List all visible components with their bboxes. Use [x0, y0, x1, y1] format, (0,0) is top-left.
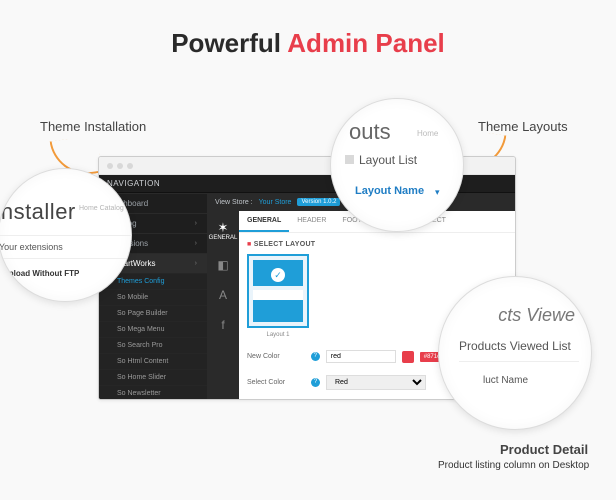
traffic-light-icon [107, 163, 113, 169]
sidebar-sub-so-search-pro[interactable]: So Search Pro [99, 337, 207, 353]
sidebar-sub-so-home-slider[interactable]: So Home Slider [99, 369, 207, 385]
label-theme-layouts: Theme Layouts [478, 119, 568, 134]
page-title: Powerful Admin Panel [0, 0, 616, 59]
title-part2: Admin Panel [287, 28, 444, 58]
chevron-right-icon: › [195, 260, 197, 267]
lens-theme-installation: . Installer Home Catalog Your extensions… [0, 168, 132, 302]
lens2-layout-name-link[interactable]: Layout Name [355, 185, 424, 197]
new-color-label: New Color [247, 353, 305, 360]
lens3-title-fragment: cts Viewe [498, 305, 575, 326]
lens-theme-layouts: outs Home Layout List Layout Name ▾ [330, 98, 464, 232]
title-part1: Powerful [171, 28, 287, 58]
layout-caption: Layout 1 [247, 332, 309, 338]
help-icon[interactable]: ? [311, 378, 320, 387]
layout-thumb-1[interactable]: ✓ [247, 254, 309, 328]
lens1-row-extensions: Your extensions [0, 235, 131, 259]
label-product-detail: Product Detail [500, 442, 588, 457]
settings-icon-column: ✶ GENERAL ◧ A f [207, 211, 239, 399]
sidebar-sub-so-mega-menu[interactable]: So Mega Menu [99, 321, 207, 337]
tab-general[interactable]: GENERAL [239, 211, 289, 232]
lens-product-detail: cts Viewe Products Viewed List luct Name [438, 276, 592, 430]
iconcol-general[interactable]: ✶ GENERAL [209, 221, 238, 242]
traffic-light-icon [117, 163, 123, 169]
version-badge: Version 1.0.2 [297, 198, 340, 206]
lens2-home: Home [417, 129, 438, 138]
label-theme-installation: Theme Installation [40, 119, 146, 134]
sidebar-sub-so-newsletter[interactable]: So Newsletter [99, 385, 207, 400]
help-icon[interactable]: ? [311, 352, 320, 361]
select-color-label: Select Color [247, 379, 305, 386]
label-product-detail-sub: Product listing column on Desktop [438, 460, 589, 471]
gear-icon: ✶ [209, 221, 238, 235]
list-icon [345, 155, 354, 164]
traffic-light-icon [127, 163, 133, 169]
tab-header[interactable]: HEADER [289, 211, 334, 232]
chevron-right-icon: › [195, 240, 197, 247]
sidebar-sub-so-page-builder[interactable]: So Page Builder [99, 305, 207, 321]
select-layout-heading: ■ SELECT LAYOUT [247, 241, 507, 248]
sidebar-sub-so-mobile[interactable]: So Mobile [99, 289, 207, 305]
color-swatch[interactable] [402, 351, 414, 363]
lens1-breadcrumb: Home Catalog [79, 205, 124, 212]
store-name-link[interactable]: Your Store [259, 199, 292, 206]
lens3-product-name: luct Name [483, 375, 528, 386]
lens1-upload-label: Upload Without FTP [3, 269, 79, 278]
lens3-products-viewed: Products Viewed List [459, 339, 579, 362]
check-icon: ✓ [271, 268, 285, 282]
select-color-dropdown[interactable]: Red [326, 375, 426, 390]
share-icon[interactable]: f [221, 318, 224, 332]
font-icon[interactable]: A [219, 288, 227, 302]
palette-icon[interactable]: ◧ [217, 258, 228, 272]
lens2-title-fragment: outs [349, 119, 391, 145]
chevron-right-icon: › [195, 220, 197, 227]
sidebar-sub-so-html-content[interactable]: So Html Content [99, 353, 207, 369]
new-color-input[interactable] [326, 350, 396, 363]
chevron-down-icon[interactable]: ▾ [435, 187, 440, 198]
lens1-title: . Installer [0, 199, 76, 225]
lens2-layout-list: Layout List [359, 153, 417, 167]
view-store-label: View Store : [215, 199, 253, 206]
